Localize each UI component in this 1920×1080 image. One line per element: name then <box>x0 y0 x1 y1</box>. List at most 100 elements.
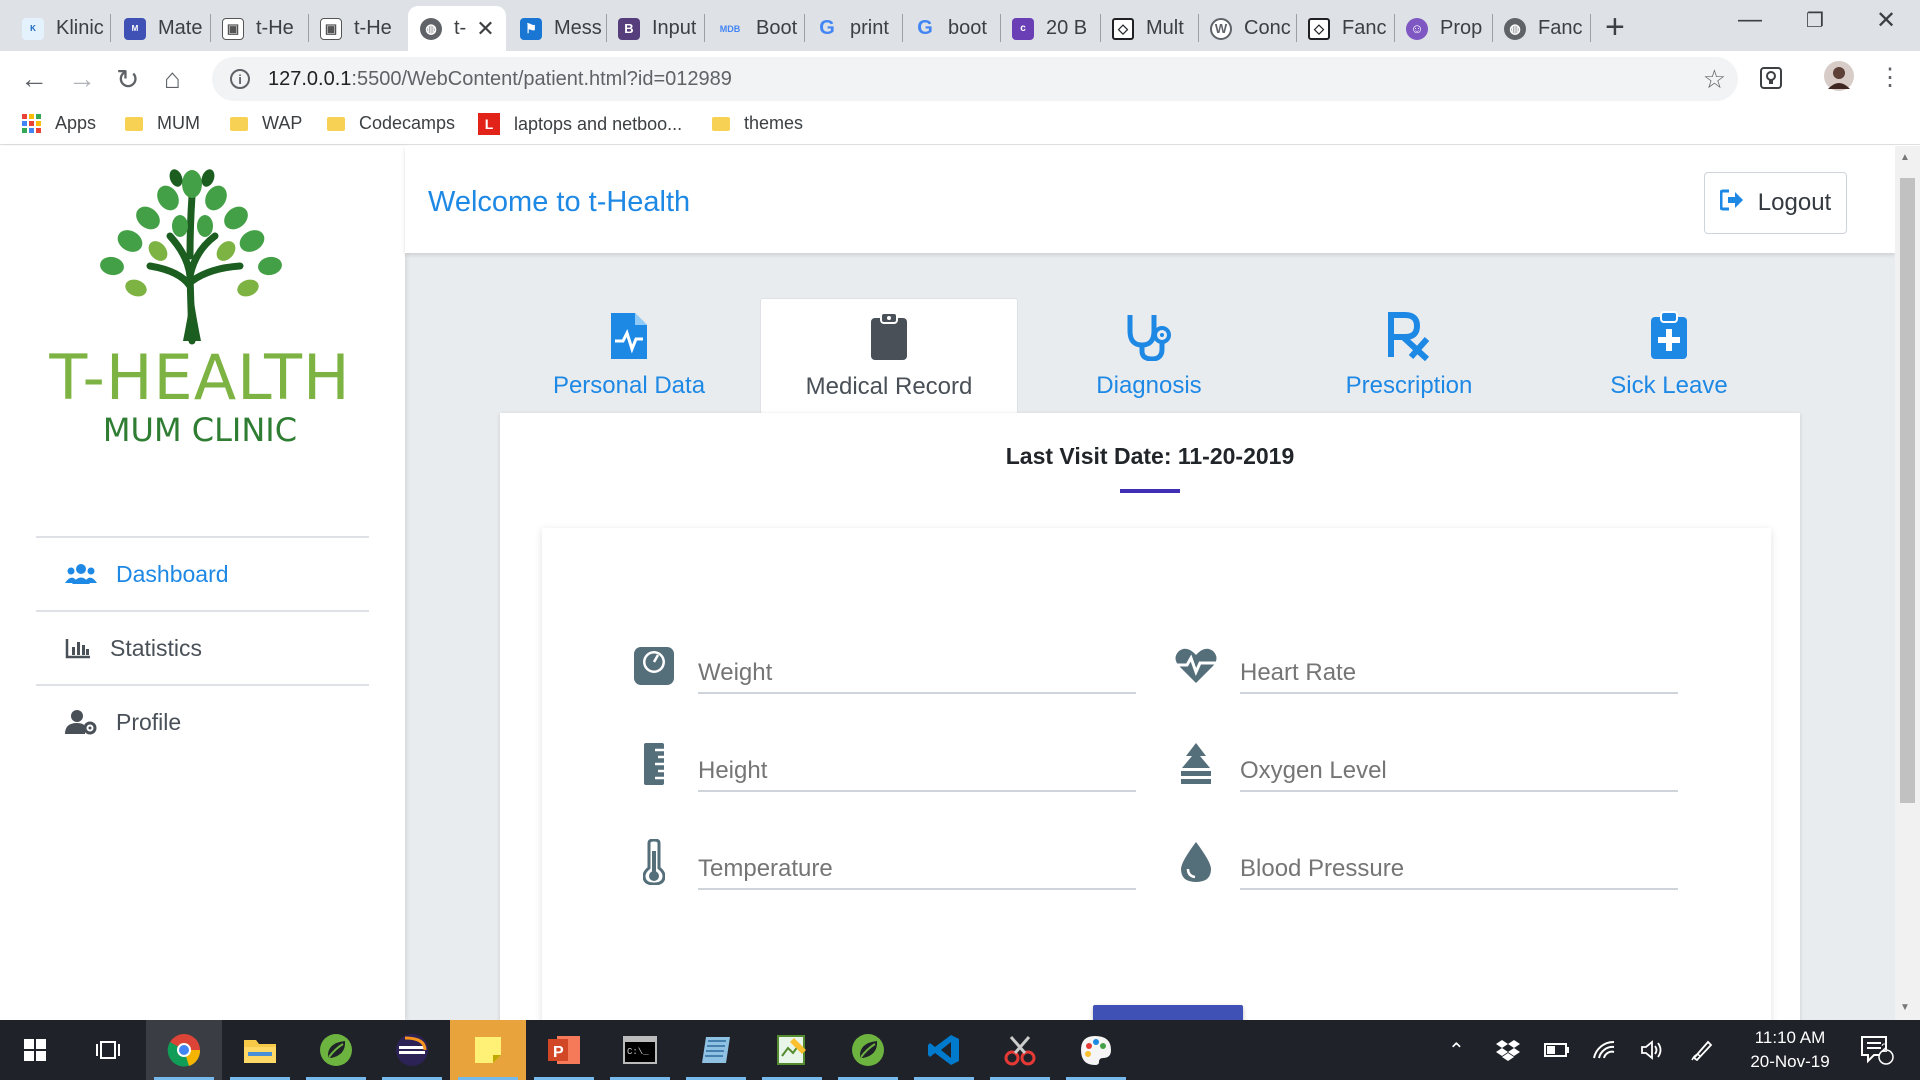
heartbeat-icon <box>1174 644 1218 688</box>
browser-tab[interactable]: K Klinic <box>10 6 108 51</box>
tab-diagnosis[interactable]: Diagnosis <box>1020 298 1278 413</box>
klinic-logo-icon: K <box>22 17 44 40</box>
bookmark-folder-themes[interactable]: themes <box>712 113 803 134</box>
spring-tool-icon[interactable] <box>298 1020 374 1080</box>
snipping-tool-icon[interactable] <box>982 1020 1058 1080</box>
temperature-input[interactable] <box>698 834 1136 890</box>
task-view-icon[interactable] <box>70 1020 146 1080</box>
window-close-icon[interactable]: ✕ <box>1876 6 1896 35</box>
browser-tab[interactable]: G boot <box>902 6 998 51</box>
sticky-notes-icon[interactable] <box>450 1020 526 1080</box>
header-bar: Welcome to t-Health Logout <box>405 146 1895 253</box>
powerpoint-icon[interactable]: P <box>526 1020 602 1080</box>
bookmark-folder-mum[interactable]: MUM <box>125 113 200 134</box>
oxygen-level-input[interactable] <box>1240 736 1678 792</box>
back-icon[interactable]: ← <box>20 63 48 95</box>
taskbar-clock[interactable]: 11:10 AM 20-Nov-19 <box>1730 1026 1850 1074</box>
height-field <box>632 736 1136 796</box>
volume-icon[interactable] <box>1640 1020 1664 1080</box>
wifi-icon[interactable] <box>1592 1020 1616 1080</box>
new-tab-icon[interactable]: + <box>1605 8 1625 47</box>
browser-tab[interactable]: M Mate <box>112 6 208 51</box>
extension-icon[interactable] <box>1758 65 1784 96</box>
logout-label: Logout <box>1757 189 1832 216</box>
heart-rate-input[interactable] <box>1240 638 1678 694</box>
browser-tab-active[interactable]: ◍ t- ✕ <box>408 6 506 51</box>
sidebar-item-dashboard[interactable]: Dashboard <box>36 536 369 610</box>
browser-tab-title: Mult <box>1146 17 1184 39</box>
browser-tab[interactable]: ▣ t-He <box>308 6 404 51</box>
last-visit-date: Last Visit Date: 11-20-2019 <box>1005 443 1295 469</box>
height-input[interactable] <box>698 736 1136 792</box>
medical-clipboard-icon <box>1649 310 1689 362</box>
windows-start-icon[interactable] <box>0 1020 70 1080</box>
forward-icon[interactable]: → <box>68 63 96 95</box>
bookmark-star-icon[interactable]: ☆ <box>1703 64 1726 95</box>
tab-personal-data[interactable]: Personal Data <box>500 298 758 413</box>
material-logo-icon: M <box>124 17 146 40</box>
minimize-icon[interactable]: — <box>1738 6 1762 34</box>
eclipse-icon[interactable] <box>374 1020 450 1080</box>
browser-tab[interactable]: ⚑ Mess <box>508 6 604 51</box>
weight-input[interactable] <box>698 638 1136 694</box>
close-tab-icon[interactable]: ✕ <box>476 16 494 42</box>
scroll-thumb[interactable] <box>1900 178 1915 803</box>
tab-medical-record[interactable]: Medical Record <box>760 298 1018 413</box>
site-info-icon[interactable]: i <box>230 69 250 89</box>
browser-tab[interactable]: B Input <box>606 6 702 51</box>
profile-avatar[interactable] <box>1824 61 1854 96</box>
sidebar-item-label: Profile <box>116 708 182 735</box>
browser-tab[interactable]: ☺ Prop <box>1394 6 1490 51</box>
bookmark-laptops[interactable]: L laptops and netboo... <box>478 113 682 135</box>
dropbox-icon[interactable] <box>1496 1020 1520 1080</box>
logo-title: T-HEALTH <box>49 341 351 414</box>
notepad-icon[interactable] <box>678 1020 754 1080</box>
sidebar-item-statistics[interactable]: Statistics <box>36 610 369 684</box>
restore-icon[interactable]: ❐ <box>1806 8 1824 33</box>
page-scrollbar[interactable]: ▲ ▼ <box>1895 146 1920 1020</box>
browser-tab[interactable]: c 20 B <box>1000 6 1098 51</box>
tray-overflow-icon[interactable]: ⌃ <box>1448 1020 1465 1080</box>
reload-icon[interactable]: ↻ <box>116 63 139 96</box>
browser-tab[interactable]: ◇ Fanc <box>1296 6 1392 51</box>
globe-icon: ◍ <box>1504 17 1526 40</box>
scroll-down-icon[interactable]: ▼ <box>1900 1002 1910 1013</box>
blood-pressure-input[interactable] <box>1240 834 1678 890</box>
prescription-icon <box>1387 310 1431 362</box>
paint-icon[interactable] <box>1058 1020 1134 1080</box>
battery-icon[interactable] <box>1544 1020 1570 1080</box>
home-icon[interactable]: ⌂ <box>164 63 181 95</box>
bookmark-folder-codecamps[interactable]: Codecamps <box>327 113 455 134</box>
pen-icon[interactable] <box>1690 1020 1714 1080</box>
file-explorer-icon[interactable] <box>222 1020 298 1080</box>
apps-grid-icon <box>22 114 41 133</box>
browser-tab[interactable]: ◇ Mult <box>1100 6 1196 51</box>
terminal-icon[interactable]: C:\_ <box>602 1020 678 1080</box>
weight-field <box>632 638 1136 698</box>
vscode-icon[interactable] <box>906 1020 982 1080</box>
scroll-up-icon[interactable]: ▲ <box>1900 152 1910 163</box>
clock-date: 20-Nov-19 <box>1750 1052 1830 1071</box>
browser-tab[interactable]: ▣ t-He <box>210 6 306 51</box>
browser-tab[interactable]: G print <box>804 6 900 51</box>
bookmark-folder-wap[interactable]: WAP <box>230 113 302 134</box>
browser-tab[interactable]: W Conc <box>1198 6 1294 51</box>
logout-button[interactable]: Logout <box>1704 172 1847 234</box>
tab-prescription[interactable]: Prescription <box>1280 298 1538 413</box>
image-icon: ▣ <box>320 17 342 40</box>
vitals-form: SAVE <box>542 528 1771 1065</box>
browser-tab[interactable]: ◍ Fanc <box>1492 6 1588 51</box>
sidebar-item-profile[interactable]: Profile <box>36 684 369 758</box>
codepen-logo-icon: ◇ <box>1112 17 1134 40</box>
tab-sick-leave[interactable]: Sick Leave <box>1540 298 1798 413</box>
chrome-taskbar-icon[interactable] <box>146 1020 222 1080</box>
editor-icon[interactable] <box>754 1020 830 1080</box>
address-bar[interactable]: i 127.0.0.1:5500/WebContent/patient.html… <box>212 57 1738 101</box>
menu-kebab-icon[interactable]: ⋮ <box>1878 63 1902 92</box>
spring-tool-icon[interactable] <box>830 1020 906 1080</box>
notifications-icon[interactable]: 2 <box>1860 1020 1894 1080</box>
bookmark-apps[interactable]: Apps <box>22 113 96 134</box>
thermometer-icon <box>632 839 676 885</box>
browser-tab-title: Fanc <box>1538 17 1583 39</box>
browser-tab[interactable]: MDB Boot <box>704 6 802 51</box>
